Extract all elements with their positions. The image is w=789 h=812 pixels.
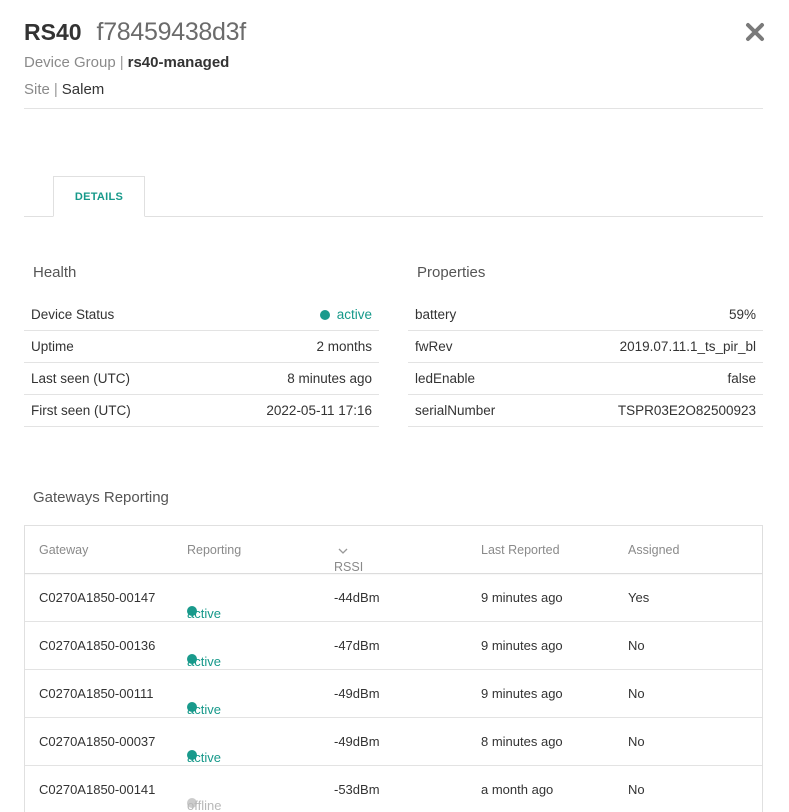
status-text: active [336,307,372,322]
assigned-cell: No [628,686,645,701]
table-row[interactable]: C0270A1850-00147 active -44dBm 9 minutes… [25,574,762,622]
device-id: f78459438d3f [96,18,247,46]
title-row: RS40 f78459438d3f [24,18,763,47]
site-row: Site | Salem [24,80,763,100]
rssi-header-label: RSSI [334,560,364,574]
kv-label: serialNumber [415,403,496,418]
kv-label: Uptime [31,339,74,354]
close-icon [746,23,764,41]
rssi-cell: -49dBm [334,686,380,701]
tab-details[interactable]: DETAILS [53,176,145,217]
properties-table: battery 59% fwRev 2019.07.11.1_ts_pir_bl… [408,299,763,427]
assigned-cell: Yes [628,590,650,605]
assigned-cell: No [628,734,645,749]
site-label: Site [24,81,50,98]
kv-label: battery [415,307,457,322]
gateway-cell: C0270A1850-00111 [39,686,154,701]
site-value: Salem [61,81,105,98]
health-row-uptime: Uptime 2 months [24,331,379,363]
device-model: RS40 [24,19,82,45]
rssi-cell: -47dBm [334,638,380,653]
health-title: Health [33,264,77,281]
last-reported-cell: a month ago [481,782,554,797]
property-row-led-enable: ledEnable false [408,363,763,395]
device-status-value: active [319,307,372,322]
kv-label: ledEnable [415,371,476,386]
kv-value: 2019.07.11.1_ts_pir_bl [619,339,756,354]
gateway-cell: C0270A1850-00037 [39,734,156,749]
table-row[interactable]: C0270A1850-00141 offline -53dBm a month … [25,766,762,812]
health-row-first-seen: First seen (UTC) 2022-05-11 17:16 [24,395,379,427]
last-reported-cell: 9 minutes ago [481,686,563,701]
reporting-text: active [187,750,221,765]
kv-value: 59% [728,307,756,322]
device-header: RS40 f78459438d3f Device Group | rs40-mana… [24,18,763,100]
table-header: Gateway Reporting RSSI Last Reported Ass… [25,526,762,574]
header-divider [24,108,763,109]
tab-bar: DETAILS [24,176,763,217]
close-button[interactable] [743,20,767,44]
last-reported-cell: 8 minutes ago [481,734,563,749]
property-row-fwrev: fwRev 2019.07.11.1_ts_pir_bl [408,331,763,363]
table-row[interactable]: C0270A1850-00111 active -49dBm 9 minutes… [25,670,762,718]
assigned-cell: No [628,638,645,653]
reporting-text: active [187,702,221,717]
kv-label: Device Status [31,307,115,322]
property-row-battery: battery 59% [408,299,763,331]
kv-label: fwRev [415,339,453,354]
last-reported-cell: 9 minutes ago [481,638,563,653]
reporting-text: offline [187,798,222,812]
kv-label: First seen (UTC) [31,403,131,418]
column-header-rssi[interactable]: RSSI [334,543,363,574]
kv-value: TSPR03E2O82500923 [617,403,756,418]
gateways-table: Gateway Reporting RSSI Last Reported Ass… [24,525,763,812]
assigned-cell: No [628,782,645,797]
column-header-gateway[interactable]: Gateway [39,543,88,557]
gateway-cell: C0270A1850-00141 [39,782,156,797]
gateway-cell: C0270A1850-00136 [39,638,156,653]
health-row-last-seen: Last seen (UTC) 8 minutes ago [24,363,379,395]
gateway-cell: C0270A1850-00147 [39,590,156,605]
kv-value: 2022-05-11 17:16 [266,403,372,418]
kv-label: Last seen (UTC) [31,371,131,386]
health-table: Device Status active Uptime 2 months Las… [24,299,379,427]
properties-title: Properties [417,264,486,281]
table-row[interactable]: C0270A1850-00136 active -47dBm 9 minutes… [25,622,762,670]
status-dot-icon [319,309,330,320]
last-reported-cell: 9 minutes ago [481,590,563,605]
device-group-value: rs40-managed [127,54,230,71]
property-row-serial-number: serialNumber TSPR03E2O82500923 [408,395,763,427]
separator: | [119,54,124,71]
column-header-assigned[interactable]: Assigned [628,543,679,557]
kv-value: false [727,371,756,386]
separator: | [53,81,58,98]
device-group-row: Device Group | rs40-managed [24,53,763,73]
kv-value: 2 months [316,339,372,354]
column-header-last-reported[interactable]: Last Reported [481,543,560,557]
rssi-cell: -53dBm [334,782,380,797]
health-row-device-status: Device Status active [24,299,379,331]
column-header-reporting[interactable]: Reporting [187,543,241,557]
table-row[interactable]: C0270A1850-00037 active -49dBm 8 minutes… [25,718,762,766]
gateways-title: Gateways Reporting [33,489,169,506]
kv-value: 8 minutes ago [287,371,372,386]
rssi-cell: -49dBm [334,734,380,749]
device-group-label: Device Group [24,54,116,71]
reporting-text: active [187,606,221,621]
chevron-down-icon [338,548,348,554]
reporting-text: active [187,654,221,669]
rssi-cell: -44dBm [334,590,380,605]
